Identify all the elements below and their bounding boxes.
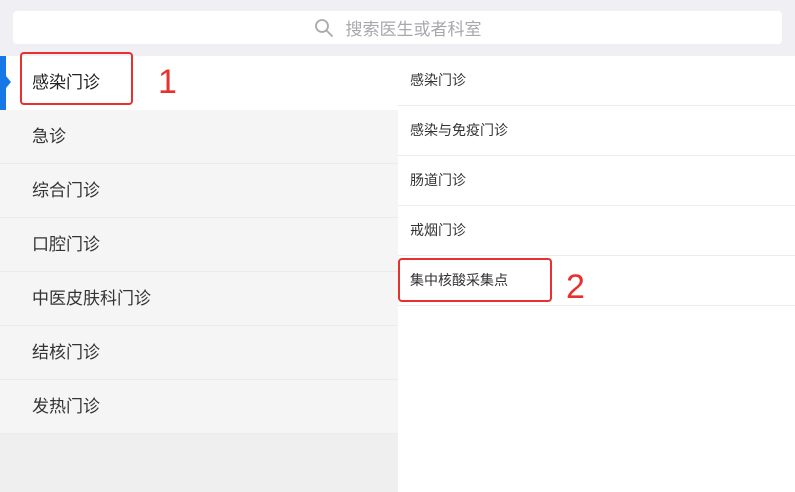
department-item-emergency[interactable]: 急诊 bbox=[0, 110, 398, 164]
department-label: 急诊 bbox=[32, 127, 66, 147]
sub-department-label: 感染与免疫门诊 bbox=[410, 123, 508, 139]
sub-department-item-infection-immunity[interactable]: 感染与免疫门诊 bbox=[398, 106, 795, 156]
department-item-infection[interactable]: 感染门诊 bbox=[0, 56, 398, 110]
sub-department-label: 集中核酸采集点 bbox=[410, 273, 508, 289]
sub-department-item-intestinal[interactable]: 肠道门诊 bbox=[398, 156, 795, 206]
sub-department-item-nucleic-acid-collection[interactable]: 集中核酸采集点 bbox=[398, 256, 795, 306]
department-label: 综合门诊 bbox=[32, 181, 100, 201]
department-item-dental[interactable]: 口腔门诊 bbox=[0, 218, 398, 272]
search-header: 搜索医生或者科室 bbox=[0, 0, 795, 56]
department-label: 结核门诊 bbox=[32, 343, 100, 363]
search-placeholder: 搜索医生或者科室 bbox=[345, 20, 482, 40]
department-item-fever[interactable]: 发热门诊 bbox=[0, 380, 398, 434]
sub-department-panel: 感染门诊 感染与免疫门诊 肠道门诊 戒烟门诊 集中核酸采集点 bbox=[398, 56, 795, 492]
department-label: 中医皮肤科门诊 bbox=[32, 289, 151, 309]
department-sidebar: 感染门诊 急诊 综合门诊 口腔门诊 中医皮肤科门诊 结核门诊 发热门诊 bbox=[0, 56, 398, 492]
sub-department-item-infection[interactable]: 感染门诊 bbox=[398, 56, 795, 106]
department-item-tuberculosis[interactable]: 结核门诊 bbox=[0, 326, 398, 380]
search-input[interactable]: 搜索医生或者科室 bbox=[13, 11, 782, 44]
sub-department-label: 肠道门诊 bbox=[410, 173, 466, 189]
active-indicator bbox=[0, 56, 11, 110]
department-item-tcm-dermatology[interactable]: 中医皮肤科门诊 bbox=[0, 272, 398, 326]
annotation-number-2: 2 bbox=[566, 268, 585, 306]
search-icon bbox=[314, 18, 334, 38]
sub-department-label: 戒烟门诊 bbox=[410, 223, 466, 239]
department-label: 发热门诊 bbox=[32, 397, 100, 417]
department-list: 感染门诊 急诊 综合门诊 口腔门诊 中医皮肤科门诊 结核门诊 发热门诊 bbox=[0, 56, 398, 434]
sub-department-label: 感染门诊 bbox=[410, 73, 466, 89]
department-item-general[interactable]: 综合门诊 bbox=[0, 164, 398, 218]
department-label: 口腔门诊 bbox=[32, 235, 100, 255]
department-label: 感染门诊 bbox=[32, 73, 100, 93]
sub-department-item-smoking-cessation[interactable]: 戒烟门诊 bbox=[398, 206, 795, 256]
annotation-number-1: 1 bbox=[158, 63, 177, 101]
